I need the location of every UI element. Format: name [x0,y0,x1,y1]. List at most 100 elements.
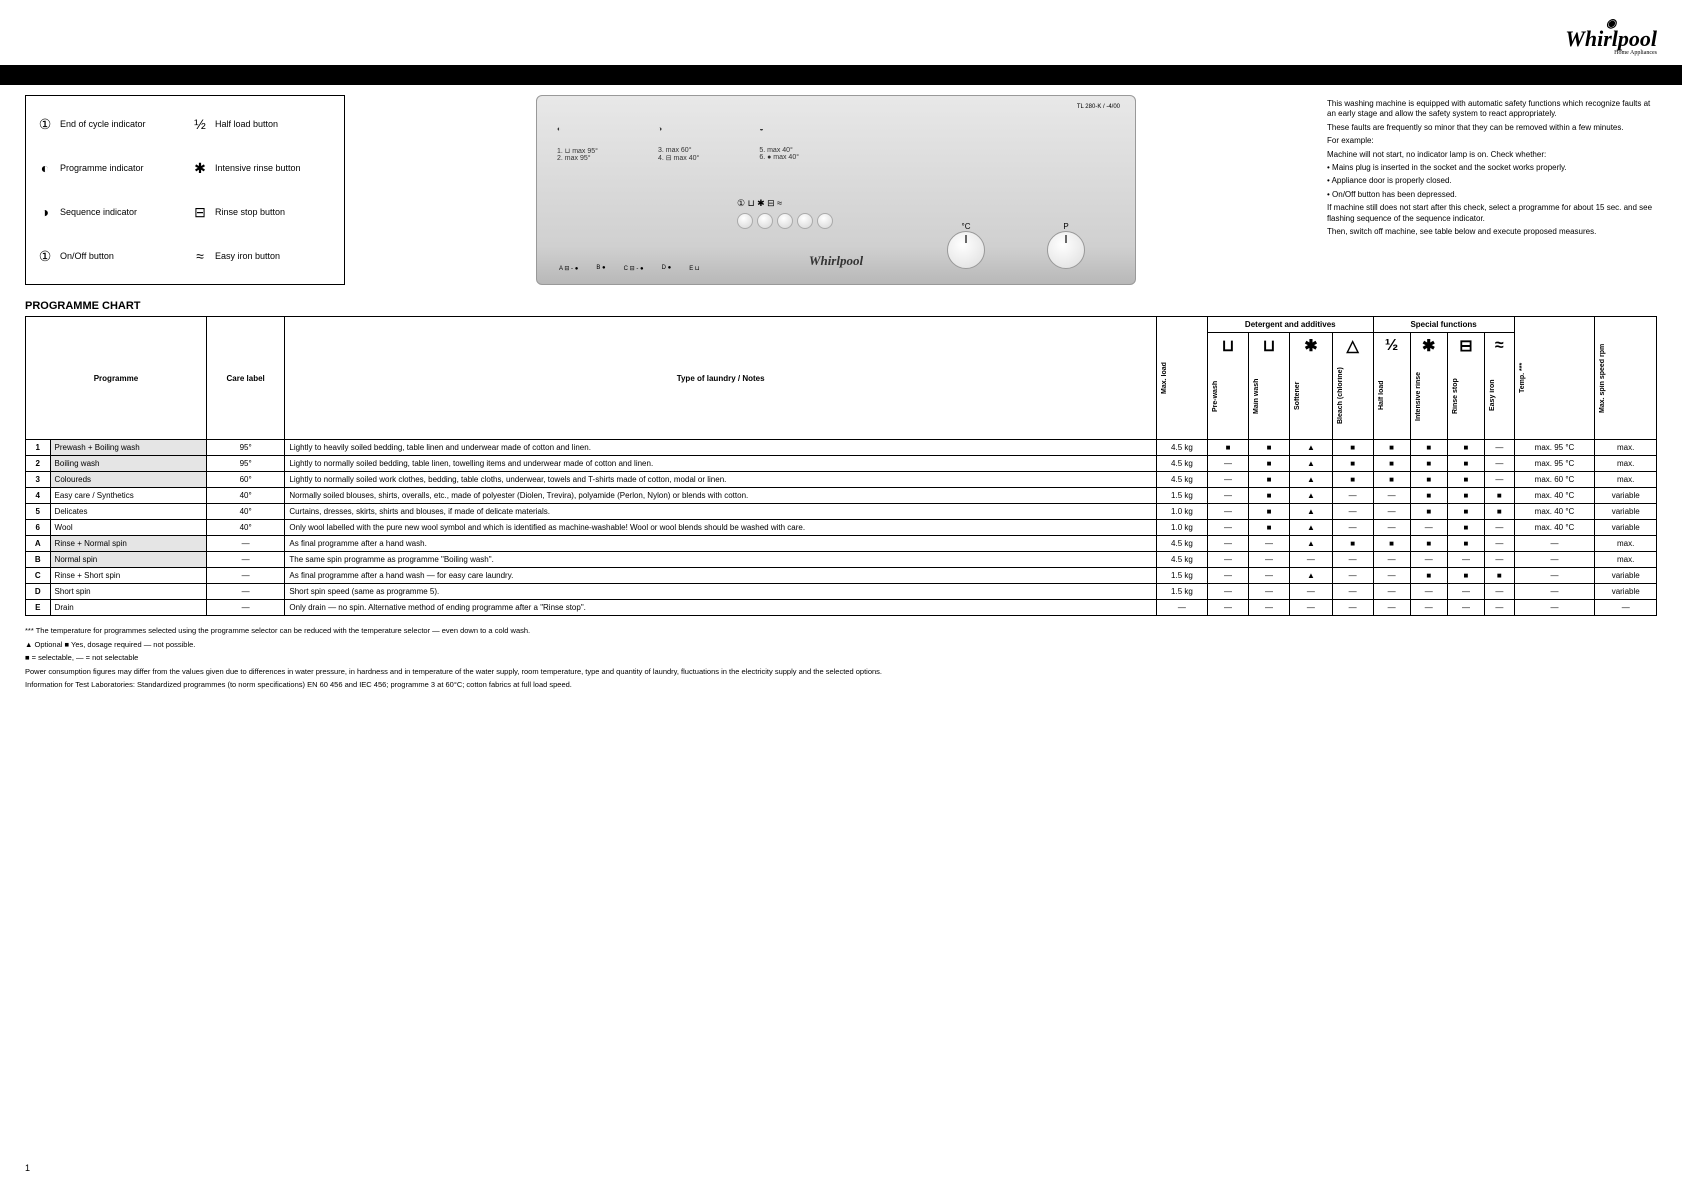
machine-panel: ◐ 1. ⊔ max 95° 2. max 95° ◑ 3. max 60° 4… [360,95,1312,285]
sym-rinsestop: ⊟ Rinse stop button [191,192,334,232]
btn-labels: ① ⊔ ✱ ⊟ ≈ [737,198,782,209]
model-no: TL 280-K / -4/00 [1077,104,1120,110]
n3: Machine will not start, no indicator lam… [1327,150,1657,160]
hdr-det-group: Detergent and additives [1208,317,1374,333]
fn0: *** The temperature for programmes selec… [25,626,1657,637]
p5: 5. max 40° [759,147,799,154]
sym-intense: ✱ Intensive rinse button [191,148,334,188]
hdr-type: Type of laundry / Notes [285,317,1156,440]
n4: • Mains plug is inserted in the socket a… [1327,163,1657,173]
intense-label: Intensive rinse button [215,163,301,173]
sym-progind: ◐ Programme indicator [36,148,179,188]
table-row: 2Boiling wash95°Lightly to normally soil… [26,456,1657,472]
brand-sub: Home Appliances [1614,50,1657,56]
easyiron-col-icon: ≈ [1489,337,1510,355]
seqind-label: Sequence indicator [60,207,137,217]
halfload-icon: ½ [191,115,209,133]
softener-icon: ✱ [1294,336,1328,356]
end-icon: ① [36,247,54,265]
spin-dial-group: P [1047,222,1085,269]
hdr-spin: Max. spin speed rpm [1599,338,1606,418]
hdr-f1: Intensive rinse [1415,356,1422,436]
p6: 6. ● max 40° [759,154,799,161]
temp-dial-group: °C [947,222,985,269]
sym-seqind: ◑ Sequence indicator [36,192,179,232]
btn-1 [737,213,753,229]
n2: For example: [1327,136,1657,146]
prog-icon-2: ◑ [658,126,676,144]
sub-labels: A ⊟ - ● B ● C ⊟ - ● D ● E ⊔ [559,265,700,272]
progind-label: Programme indicator [60,163,144,173]
n0: This washing machine is equipped with au… [1327,99,1657,120]
table-row: DShort spin—Short spin speed (same as pr… [26,584,1657,600]
divider-bar [0,65,1682,85]
btn-3 [777,213,793,229]
sym-halfload: ½ Half load button [191,104,334,144]
temp-label: °C [962,222,971,231]
fn2: ■ = selectable, — = not selectable [25,653,1657,664]
table-row: 1Prewash + Boiling wash95°Lightly to hea… [26,440,1657,456]
table-row: EDrain—Only drain — no spin. Alternative… [26,600,1657,616]
spin-dial [1047,231,1085,269]
hdr-program: Programme [26,317,207,440]
se: E ⊔ [689,265,699,272]
sd: D ● [662,265,672,272]
p4: 4. ⊟ max 40° [658,154,699,162]
hdr-f0: Half load [1378,355,1385,435]
table-row: ARinse + Normal spin—As final programme … [26,536,1657,552]
fn4: Information for Test Laboratories: Stand… [25,680,1657,691]
intense-icon: ✱ [191,159,209,177]
brand-logo: ◉ Whirlpool Home Appliances [1565,20,1657,52]
n1: These faults are frequently so minor tha… [1327,123,1657,133]
n8: Then, switch off machine, see table belo… [1327,227,1657,237]
onoff-label: End of cycle indicator [60,119,146,129]
spin-label: P [1063,222,1068,231]
easyiron-icon: ≈ [191,247,209,265]
machine-img: ◐ 1. ⊔ max 95° 2. max 95° ◑ 3. max 60° 4… [536,95,1136,285]
sym-easyiron: ≈ Easy iron button [191,236,334,276]
hdr-func-group: Special functions [1373,317,1514,333]
table-row: 4Easy care / Synthetics40°Normally soile… [26,488,1657,504]
machine-logo: Whirlpool [809,253,863,269]
btn-5 [817,213,833,229]
chart-title: PROGRAMME CHART [25,300,1657,312]
hdr-f3: Easy iron [1489,355,1496,435]
hdr-temp: Temp. *** [1519,338,1526,418]
bleach-icon: △ [1337,336,1369,356]
n6: • On/Off button has been depressed. [1327,190,1657,200]
hdr-load: Max. load [1161,338,1168,418]
hdr-d3: Bleach (chlorine) [1337,356,1344,436]
notes-panel: This washing machine is equipped with au… [1327,95,1657,285]
table-row: CRinse + Short spin—As final programme a… [26,568,1657,584]
end-label: On/Off button [60,251,114,261]
sa: A ⊟ - ● [559,265,578,272]
footnotes: *** The temperature for programmes selec… [25,626,1657,691]
brand-name: Whirlpool [1565,26,1657,51]
table-row: BNormal spin—The same spin programme as … [26,552,1657,568]
halfload-label: Half load button [215,119,278,129]
rinsestop-col-icon: ⊟ [1452,336,1480,356]
sc: C ⊟ - ● [624,265,644,272]
hdr-care: Care label [206,317,284,440]
btn-2 [757,213,773,229]
hdr-d1: Main wash [1253,356,1260,436]
seqind-icon: ◑ [36,203,54,221]
top-section: ① End of cycle indicator ½ Half load but… [25,95,1657,285]
sym-onoff: ① End of cycle indicator [36,104,179,144]
prewash-icon: ⊔ [1212,336,1244,356]
table-row: 5Delicates40°Curtains, dresses, skirts, … [26,504,1657,520]
n7: If machine still does not start after th… [1327,203,1657,224]
header: ◉ Whirlpool Home Appliances [25,15,1657,57]
prog-icon-1: ◐ [557,126,575,144]
halfload-col-icon: ½ [1378,337,1406,355]
progind-icon: ◐ [36,159,54,177]
rinsestop-icon: ⊟ [191,203,209,221]
fn3: Power consumption figures may differ fro… [25,667,1657,678]
sym-end: ① On/Off button [36,236,179,276]
intense-col-icon: ✱ [1415,336,1443,356]
mainwash-icon: ⊔ [1253,336,1285,356]
hdr-d2: Softener [1294,356,1301,436]
p1: 1. ⊔ max 95° [557,147,598,155]
page-number: 1 [25,1163,30,1173]
n5: • Appliance door is properly closed. [1327,176,1657,186]
